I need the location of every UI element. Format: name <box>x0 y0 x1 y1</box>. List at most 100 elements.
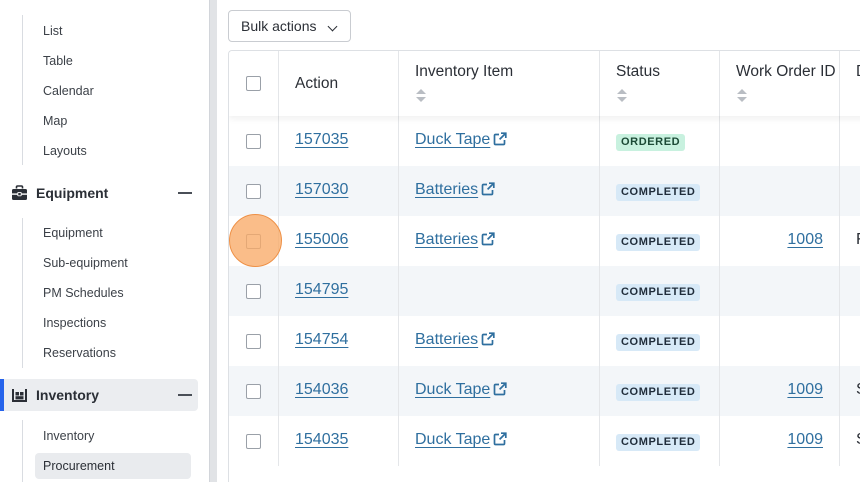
action-id-link[interactable]: 154035 <box>295 431 348 449</box>
inventory-item-link[interactable]: Duck Tape <box>415 381 507 399</box>
status-badge: COMPLETED <box>616 184 701 201</box>
action-cell: 154754 <box>279 316 399 366</box>
select-cell <box>229 266 279 316</box>
external-link-icon <box>481 332 495 346</box>
sidebar-item-reservations[interactable]: Reservations <box>35 340 191 366</box>
inventory-item-cell: Batteries <box>399 216 600 266</box>
select-cell <box>229 316 279 366</box>
table-row: 157030 Batteries COMPLETED <box>229 166 860 216</box>
row-checkbox[interactable] <box>246 434 261 449</box>
external-link-icon <box>493 132 507 146</box>
sidebar-item-layouts[interactable]: Layouts <box>35 138 191 164</box>
sidebar-section-inventory[interactable]: Inventory <box>0 379 198 411</box>
sort-icon[interactable] <box>616 89 628 103</box>
sidebar-item-inventory[interactable]: Inventory <box>35 423 191 449</box>
status-cell: COMPLETED <box>600 366 720 416</box>
external-link-icon <box>481 232 495 246</box>
action-id-link[interactable]: 154795 <box>295 281 348 299</box>
sort-icon[interactable] <box>415 89 427 103</box>
description-cell: S <box>840 416 860 466</box>
inventory-item-link[interactable]: Duck Tape <box>415 431 507 449</box>
row-checkbox[interactable] <box>246 234 261 249</box>
inventory-item-label: Batteries <box>415 231 479 248</box>
inventory-item-link[interactable]: Batteries <box>415 231 495 249</box>
select-cell <box>229 116 279 166</box>
description-cell <box>840 116 860 166</box>
bulk-actions-button[interactable]: Bulk actions <box>228 10 351 42</box>
inventory-item-cell <box>399 266 600 316</box>
sidebar-resize-handle[interactable] <box>209 0 217 482</box>
views-subnav: List Table Calendar Map Layouts <box>22 15 94 165</box>
minus-icon[interactable] <box>178 394 192 396</box>
inventory-item-cell: Duck Tape <box>399 416 600 466</box>
sidebar-item-map[interactable]: Map <box>35 108 191 134</box>
action-cell: 154795 <box>279 266 399 316</box>
sidebar-item-list[interactable]: List <box>35 18 191 44</box>
work-order-link[interactable]: 1009 <box>787 431 823 449</box>
inventory-item-label: Batteries <box>415 181 479 198</box>
select-cell <box>229 416 279 466</box>
column-header-action[interactable]: Action <box>279 51 399 116</box>
row-checkbox[interactable] <box>246 334 261 349</box>
sidebar-item-table[interactable]: Table <box>35 48 191 74</box>
select-all-checkbox[interactable] <box>246 76 261 91</box>
column-header-label: D <box>856 63 860 81</box>
row-checkbox[interactable] <box>246 184 261 199</box>
work-order-link[interactable]: 1009 <box>787 381 823 399</box>
inventory-item-link[interactable]: Batteries <box>415 331 495 349</box>
column-header-status[interactable]: Status <box>600 51 720 116</box>
description-cell: S <box>840 366 860 416</box>
column-header-inventory-item[interactable]: Inventory Item <box>399 51 600 116</box>
column-header-label: Work Order ID <box>736 63 836 80</box>
sidebar-item-pm-schedules[interactable]: PM Schedules <box>35 280 191 306</box>
status-cell: COMPLETED <box>600 216 720 266</box>
inventory-item-link[interactable]: Duck Tape <box>415 131 507 149</box>
table-row: 154035 Duck Tape COMPLETED 1009 S <box>229 416 860 466</box>
work-order-link[interactable]: 1008 <box>787 231 823 249</box>
status-badge: COMPLETED <box>616 234 701 251</box>
select-cell <box>229 216 279 266</box>
sidebar-item-sub-equipment[interactable]: Sub-equipment <box>35 250 191 276</box>
equipment-subnav: Equipment Sub-equipment PM Schedules Ins… <box>22 218 128 368</box>
row-checkbox[interactable] <box>246 384 261 399</box>
header-select-cell <box>229 51 279 116</box>
table-header: Action Inventory Item Status Work Order … <box>229 51 860 116</box>
action-id-link[interactable]: 157035 <box>295 131 348 149</box>
sidebar-item-calendar[interactable]: Calendar <box>35 78 191 104</box>
sidebar-section-equipment[interactable]: Equipment <box>0 177 198 209</box>
inventory-item-label: Duck Tape <box>415 381 491 398</box>
sidebar-item-procurement[interactable]: Procurement <box>35 453 191 479</box>
action-id-link[interactable]: 155006 <box>295 231 348 249</box>
inventory-item-label: Batteries <box>415 331 479 348</box>
action-id-link[interactable]: 154036 <box>295 381 348 399</box>
status-cell: COMPLETED <box>600 166 720 216</box>
description-cell <box>840 166 860 216</box>
column-header-label: Inventory Item <box>415 63 514 80</box>
description-text: S <box>856 381 860 399</box>
column-header-description[interactable]: D <box>840 51 860 116</box>
description-cell <box>840 316 860 366</box>
row-checkbox[interactable] <box>246 134 261 149</box>
column-header-label: Status <box>616 63 660 80</box>
sort-icon[interactable] <box>736 89 748 103</box>
work-order-cell: 1009 <box>720 416 840 466</box>
inventory-item-cell: Batteries <box>399 166 600 216</box>
work-order-cell: 1009 <box>720 366 840 416</box>
sidebar-item-inspections[interactable]: Inspections <box>35 310 191 336</box>
column-header-work-order-id[interactable]: Work Order ID <box>720 51 840 116</box>
status-badge: ORDERED <box>616 134 686 151</box>
action-cell: 154035 <box>279 416 399 466</box>
inventory-item-link[interactable]: Batteries <box>415 181 495 199</box>
work-order-cell <box>720 316 840 366</box>
table-row: 157035 Duck Tape ORDERED <box>229 116 860 166</box>
action-id-link[interactable]: 154754 <box>295 331 348 349</box>
row-checkbox[interactable] <box>246 284 261 299</box>
action-id-link[interactable]: 157030 <box>295 181 348 199</box>
external-link-icon <box>493 432 507 446</box>
minus-icon[interactable] <box>178 192 192 194</box>
select-cell <box>229 366 279 416</box>
sidebar: List Table Calendar Map Layouts Equipmen… <box>0 0 206 482</box>
main-content: Bulk actions Action Inventory Item Statu… <box>217 0 860 482</box>
sidebar-item-equipment[interactable]: Equipment <box>35 220 191 246</box>
warehouse-icon <box>12 389 27 402</box>
